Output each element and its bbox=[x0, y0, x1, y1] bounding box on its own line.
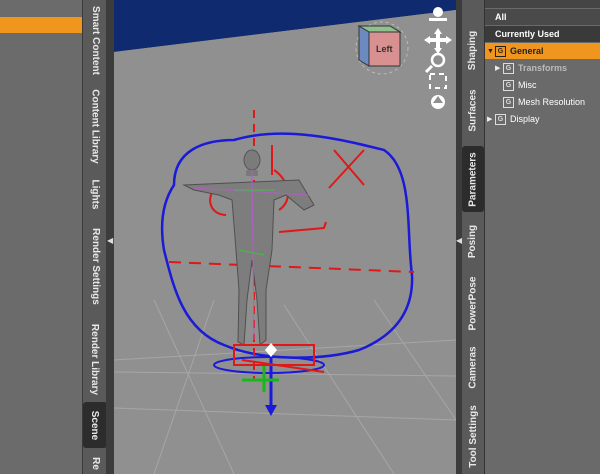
tab-label: Render Settings bbox=[89, 227, 101, 305]
tab-label: Content Library bbox=[89, 88, 101, 164]
tree-item-display[interactable]: ▶ G Display bbox=[485, 111, 600, 127]
tree-item-label: Display bbox=[510, 114, 540, 124]
tree-item-general[interactable]: ▼ G General bbox=[485, 43, 600, 59]
tab-surfaces[interactable]: Surfaces bbox=[462, 80, 484, 140]
filter-currently-used[interactable]: Currently Used bbox=[485, 26, 600, 42]
3d-viewport[interactable]: Left bbox=[114, 0, 456, 474]
panel-top-strip bbox=[485, 0, 600, 8]
tab-shaping[interactable]: Shaping bbox=[462, 22, 484, 78]
tree-item-misc[interactable]: G Misc bbox=[485, 77, 600, 93]
tab-label: Surfaces bbox=[467, 88, 479, 132]
tab-content-library[interactable]: Content Library bbox=[83, 80, 107, 172]
tab-lights[interactable]: Lights bbox=[83, 172, 107, 216]
tab-posing[interactable]: Posing bbox=[462, 214, 484, 268]
tab-label: Smart Content bbox=[89, 5, 101, 75]
group-icon: G bbox=[503, 96, 514, 108]
expand-arrow-icon[interactable]: ▶ bbox=[487, 115, 495, 123]
tree-item-label: Misc bbox=[518, 80, 537, 90]
tab-label: Lights bbox=[89, 179, 101, 209]
parameters-panel: All Currently Used ▼ G General ▶ G Trans… bbox=[484, 0, 600, 474]
tree-item-transforms[interactable]: ▶ G Transforms bbox=[485, 60, 600, 76]
tab-label: Scene bbox=[89, 410, 101, 440]
tree-item-mesh-resolution[interactable]: G Mesh Resolution bbox=[485, 94, 600, 110]
tab-label: Parameters bbox=[467, 151, 479, 207]
tab-label: Cameras bbox=[467, 345, 479, 389]
tab-label: Re bbox=[89, 456, 101, 470]
left-tab-column: Smart Content Content Library Lights Ren… bbox=[82, 0, 108, 474]
tree-item-label: Transforms bbox=[518, 63, 568, 73]
tab-label: Shaping bbox=[467, 30, 479, 70]
expand-arrow-icon[interactable]: ▼ bbox=[487, 48, 495, 55]
expand-arrow-icon[interactable]: ▶ bbox=[495, 64, 503, 72]
viewport-scene bbox=[114, 0, 456, 474]
group-icon: G bbox=[495, 45, 506, 57]
left-content-pane bbox=[0, 0, 82, 474]
group-icon: G bbox=[495, 113, 506, 125]
filter-currently-used-label: Currently Used bbox=[495, 29, 560, 39]
tab-smart-content[interactable]: Smart Content bbox=[83, 0, 107, 80]
tab-scene[interactable]: Scene bbox=[83, 402, 107, 448]
selected-item-highlight[interactable] bbox=[0, 17, 82, 33]
group-icon: G bbox=[503, 79, 514, 91]
filter-all[interactable]: All bbox=[485, 9, 600, 25]
tab-render-settings[interactable]: Render Settings bbox=[83, 216, 107, 316]
tree-item-label: Mesh Resolution bbox=[518, 97, 586, 107]
right-tab-column: Shaping Surfaces Parameters Posing Power… bbox=[462, 0, 484, 474]
tab-render-library[interactable]: Render Library bbox=[83, 316, 107, 402]
tab-parameters[interactable]: Parameters bbox=[462, 146, 484, 212]
view-cube-label: Left bbox=[376, 44, 393, 54]
tab-tool-settings[interactable]: Tool Settings bbox=[462, 398, 484, 474]
tab-render-partial[interactable]: Re bbox=[83, 452, 107, 474]
tab-label: Posing bbox=[467, 224, 479, 258]
tab-cameras[interactable]: Cameras bbox=[462, 338, 484, 396]
tree-item-label: General bbox=[510, 46, 544, 56]
tab-label: Tool Settings bbox=[467, 404, 479, 468]
filter-all-label: All bbox=[495, 12, 507, 22]
collapse-left-arrow-icon[interactable]: ◀ bbox=[107, 236, 113, 245]
group-icon: G bbox=[503, 62, 514, 74]
tab-powerpose[interactable]: PowerPose bbox=[462, 270, 484, 336]
tab-label: PowerPose bbox=[467, 276, 479, 330]
tab-label: Render Library bbox=[89, 323, 101, 395]
